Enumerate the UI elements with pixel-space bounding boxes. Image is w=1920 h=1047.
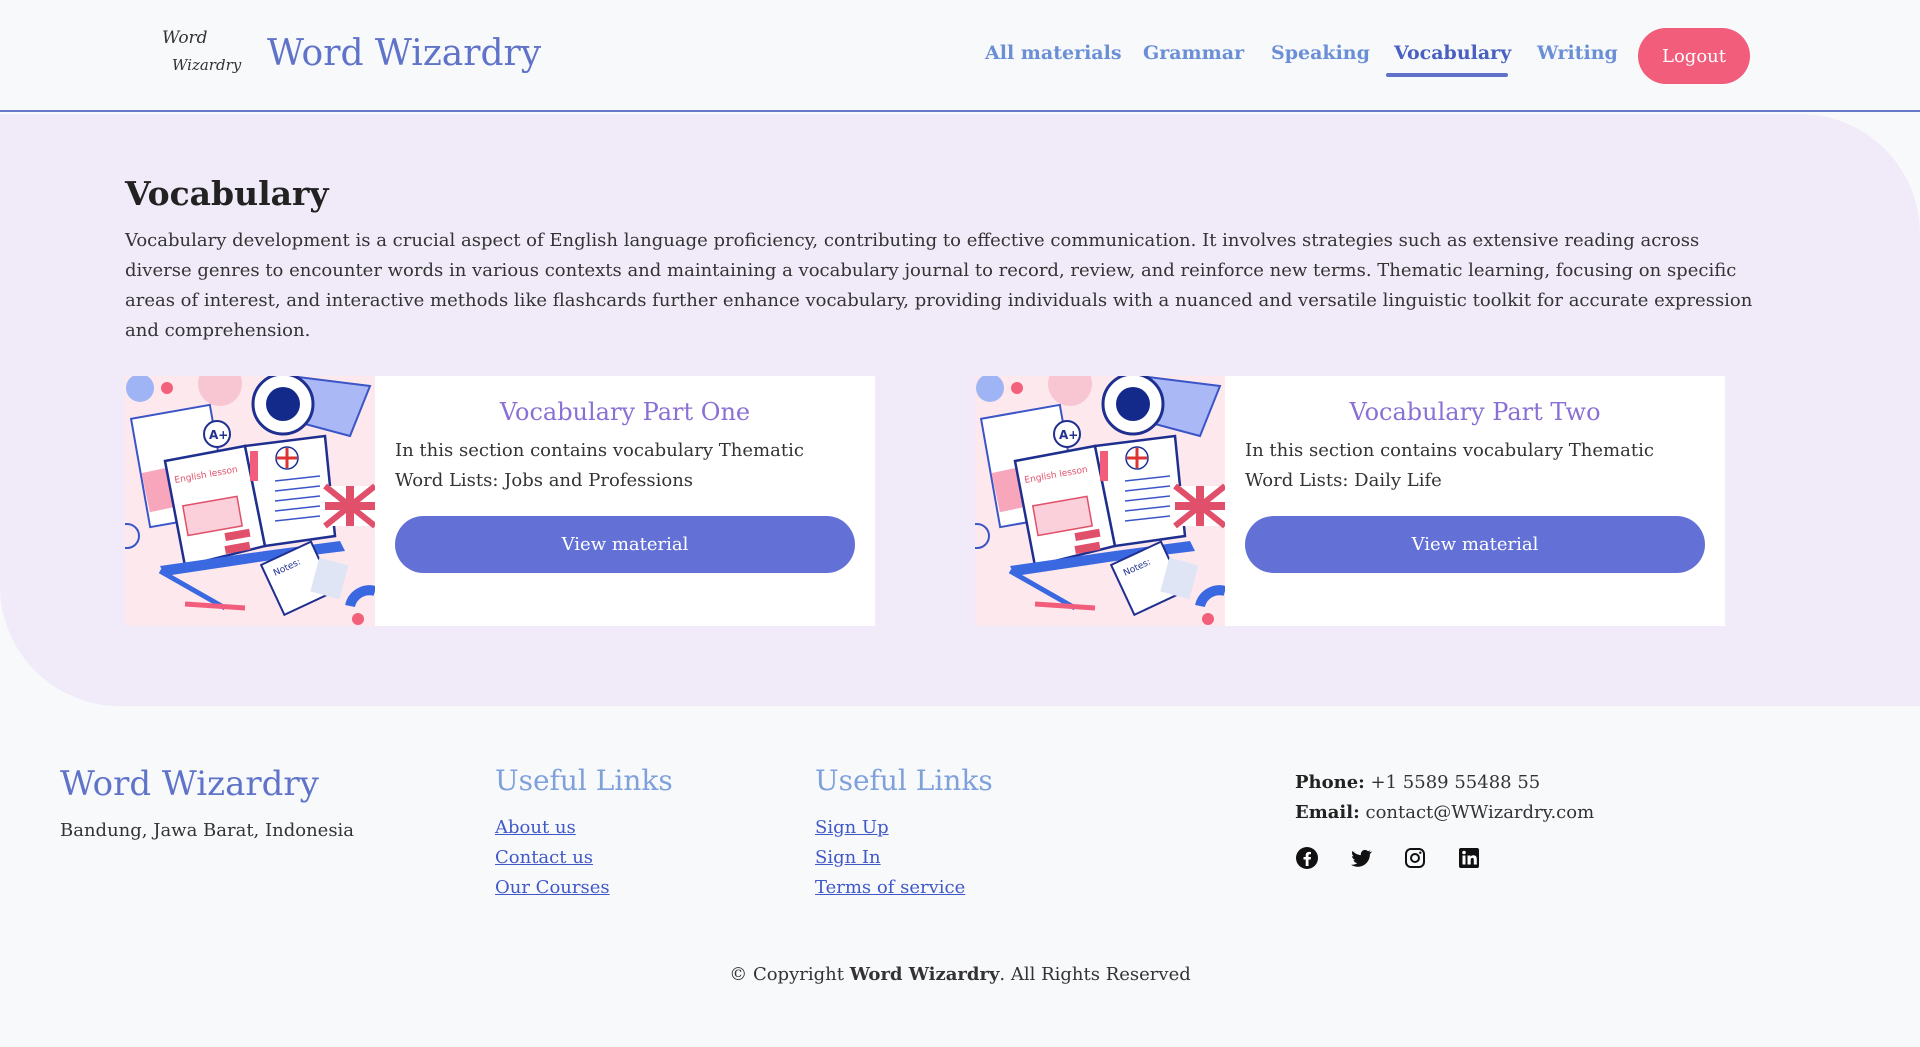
english-lesson-illustration: A+ English lesson Notes:	[975, 376, 1225, 626]
card-illustration: A+ English lesson Notes:	[975, 376, 1225, 626]
footer-link-courses[interactable]: Our Courses	[495, 873, 673, 903]
footer-column-heading: Useful Links	[495, 764, 673, 797]
nav-speaking[interactable]: Speaking	[1271, 42, 1370, 64]
phone-value: +1 5589 55488 55	[1370, 772, 1541, 793]
footer-phone: Phone: +1 5589 55488 55	[1295, 768, 1594, 798]
view-material-button[interactable]: View material	[1245, 516, 1705, 573]
card-title: Vocabulary Part Two	[1349, 398, 1601, 426]
nav-vocabulary[interactable]: Vocabulary	[1394, 42, 1511, 64]
site-footer: Word Wizardry Bandung, Jawa Barat, Indon…	[0, 706, 1920, 1047]
copyright-suffix: . All Rights Reserved	[999, 964, 1191, 985]
intro-paragraph: Vocabulary development is a crucial aspe…	[125, 230, 1753, 341]
email-value: contact@WWizardry.com	[1365, 802, 1595, 823]
active-nav-underline	[1386, 73, 1508, 77]
brand-name[interactable]: Word Wizardry	[267, 33, 541, 74]
footer-email: Email: contact@WWizardry.com	[1295, 798, 1594, 828]
logo-image[interactable]: Word Wizardry	[150, 22, 246, 90]
english-lesson-illustration: A+ English lesson Notes:	[125, 376, 375, 626]
view-material-button[interactable]: View material	[395, 516, 855, 573]
footer-address: Bandung, Jawa Barat, Indonesia	[60, 820, 355, 841]
nav-grammar[interactable]: Grammar	[1143, 42, 1244, 64]
grade-label: A+	[1059, 428, 1078, 442]
footer-link-about[interactable]: About us	[495, 813, 673, 843]
site-header: Word Wizardry Word Wizardry All material…	[0, 0, 1920, 112]
card-illustration: A+ English lesson Notes:	[125, 376, 375, 626]
copyright-brand: Word Wizardry	[849, 964, 1000, 985]
copyright-prefix: © Copyright	[729, 964, 850, 985]
instagram-icon[interactable]	[1403, 846, 1427, 870]
footer-contact: Phone: +1 5589 55488 55 Email: contact@W…	[1295, 768, 1594, 828]
linkedin-icon[interactable]	[1457, 846, 1481, 870]
logo-line-1: Word	[162, 28, 208, 48]
logout-button[interactable]: Logout	[1638, 28, 1750, 84]
footer-link-contact[interactable]: Contact us	[495, 843, 673, 873]
footer-links-column: Useful Links Sign Up Sign In Terms of se…	[815, 764, 993, 903]
card-description: In this section contains vocabulary Them…	[395, 440, 804, 491]
main-content: Vocabulary Vocabulary development is a c…	[0, 114, 1920, 706]
footer-link-terms[interactable]: Terms of service	[815, 873, 993, 903]
footer-link-sign-in[interactable]: Sign In	[815, 843, 993, 873]
material-card: A+ English lesson Notes: Vocabulary Part…	[975, 376, 1725, 626]
nav-all-materials[interactable]: All materials	[985, 42, 1122, 64]
page-title: Vocabulary	[125, 174, 329, 213]
card-description: In this section contains vocabulary Them…	[1245, 440, 1654, 491]
nav-writing[interactable]: Writing	[1537, 42, 1618, 64]
material-card: A+ English lesson Notes: Vocabulary Part…	[125, 376, 875, 626]
copyright: © Copyright Word Wizardry. All Rights Re…	[0, 964, 1920, 985]
logo-line-2: Wizardry	[172, 56, 242, 74]
phone-label: Phone:	[1295, 772, 1365, 793]
card-title: Vocabulary Part One	[499, 398, 751, 426]
footer-brand: Word Wizardry	[60, 764, 319, 804]
footer-column-heading: Useful Links	[815, 764, 993, 797]
grade-label: A+	[209, 428, 228, 442]
social-links	[1295, 846, 1481, 870]
facebook-icon[interactable]	[1295, 846, 1319, 870]
footer-links-column: Useful Links About us Contact us Our Cou…	[495, 764, 673, 903]
twitter-icon[interactable]	[1349, 846, 1373, 870]
footer-link-sign-up[interactable]: Sign Up	[815, 813, 993, 843]
email-label: Email:	[1295, 802, 1360, 823]
